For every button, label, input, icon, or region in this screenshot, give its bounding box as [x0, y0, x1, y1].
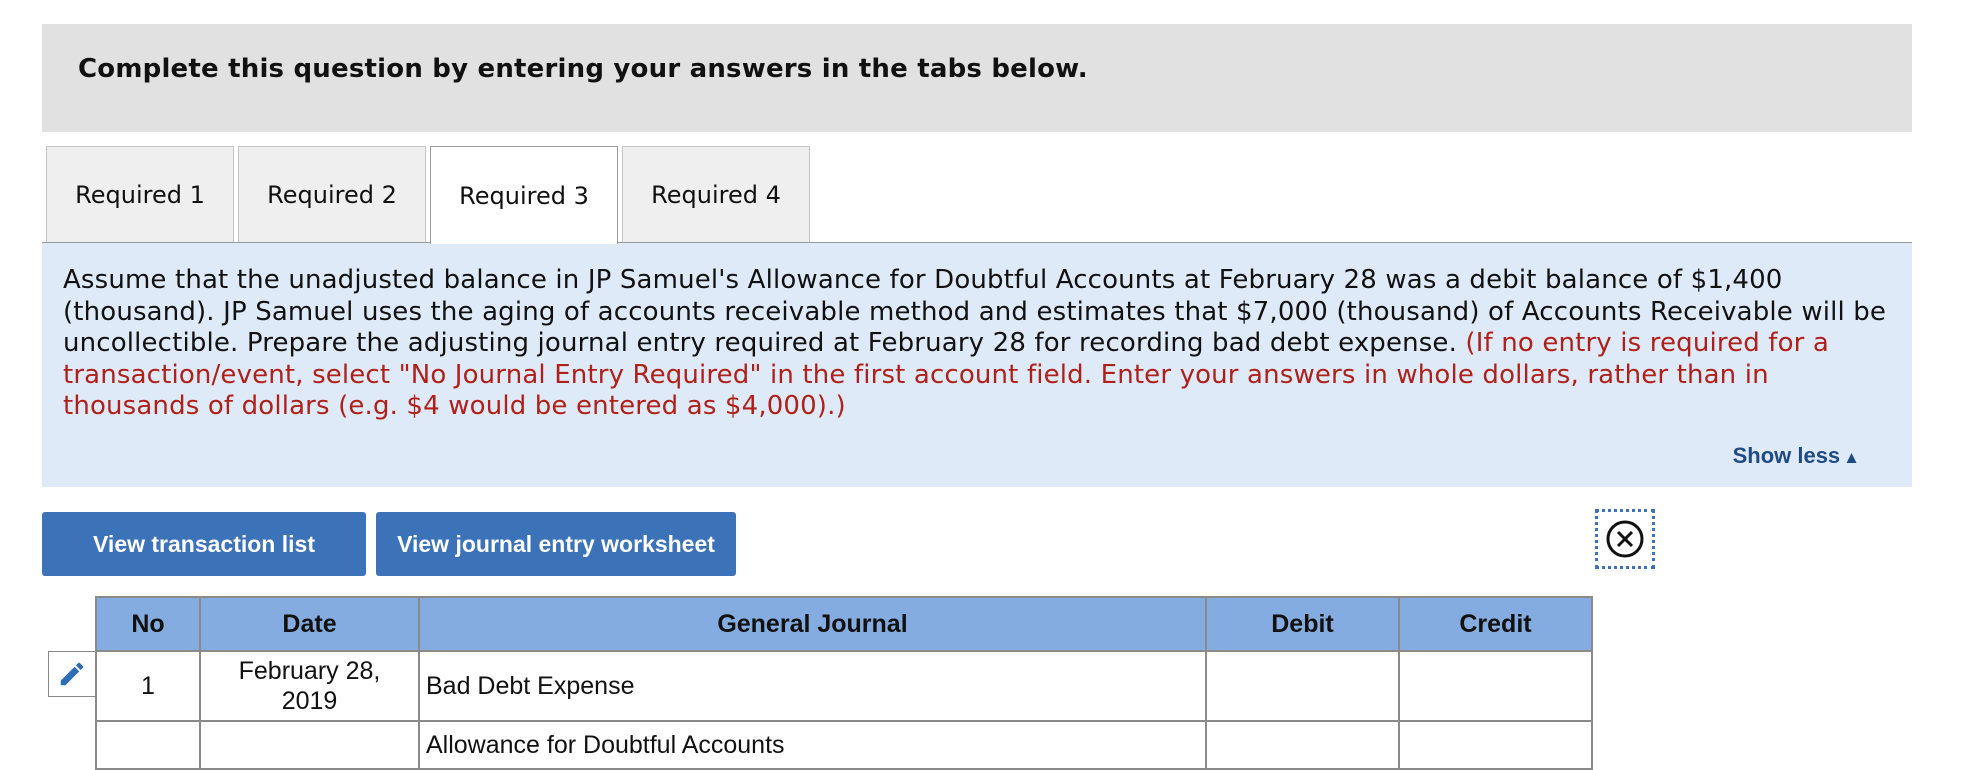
account-cell: Allowance for Doubtful Accounts: [418, 720, 1207, 770]
view-transaction-list-button[interactable]: View transaction list: [42, 512, 366, 576]
entry-number: 1: [95, 650, 201, 722]
view-journal-entry-worksheet-button[interactable]: View journal entry worksheet: [376, 512, 736, 576]
header-credit: Credit: [1398, 596, 1593, 652]
debit-cell: [1205, 650, 1400, 722]
header-date: Date: [199, 596, 420, 652]
edit-entry-button[interactable]: [48, 651, 96, 697]
account-cell: Bad Debt Expense: [418, 650, 1207, 722]
entry-date: February 28, 2019: [199, 650, 420, 722]
table-row: 1 February 28, 2019 Bad Debt Expense: [95, 650, 1593, 722]
close-button[interactable]: [1595, 509, 1655, 569]
instruction-header: Complete this question by entering your …: [42, 24, 1912, 132]
tab-required-3[interactable]: Required 3: [430, 146, 618, 244]
credit-cell: [1398, 720, 1593, 770]
question-panel: Assume that the unadjusted balance in JP…: [42, 243, 1912, 487]
entry-date: [199, 720, 420, 770]
journal-table: No Date General Journal Debit Credit 1 F…: [95, 596, 1593, 770]
table-header-row: No Date General Journal Debit Credit: [95, 596, 1593, 652]
show-less-label: Show less: [1732, 443, 1841, 468]
header-general-journal: General Journal: [418, 596, 1207, 652]
tab-required-4[interactable]: Required 4: [622, 146, 810, 242]
triangle-up-icon: ▲: [1843, 448, 1860, 467]
entry-number: [95, 720, 201, 770]
close-circle-icon: [1606, 520, 1644, 558]
debit-cell: [1205, 720, 1400, 770]
table-row: Allowance for Doubtful Accounts: [95, 720, 1593, 770]
header-no: No: [95, 596, 201, 652]
tab-required-1[interactable]: Required 1: [46, 146, 234, 242]
tab-required-2[interactable]: Required 2: [238, 146, 426, 242]
entry-date-line1: February 28,: [238, 657, 381, 685]
tab-bar: Required 1 Required 2 Required 3 Require…: [46, 146, 814, 244]
question-text: Assume that the unadjusted balance in JP…: [63, 265, 1892, 423]
credit-cell: [1398, 650, 1593, 722]
entry-date-line2: 2019: [281, 687, 338, 715]
pencil-icon: [60, 662, 84, 686]
instruction-title: Complete this question by entering your …: [78, 54, 1088, 84]
show-less-link[interactable]: Show less ▲: [1733, 443, 1860, 469]
header-debit: Debit: [1205, 596, 1400, 652]
